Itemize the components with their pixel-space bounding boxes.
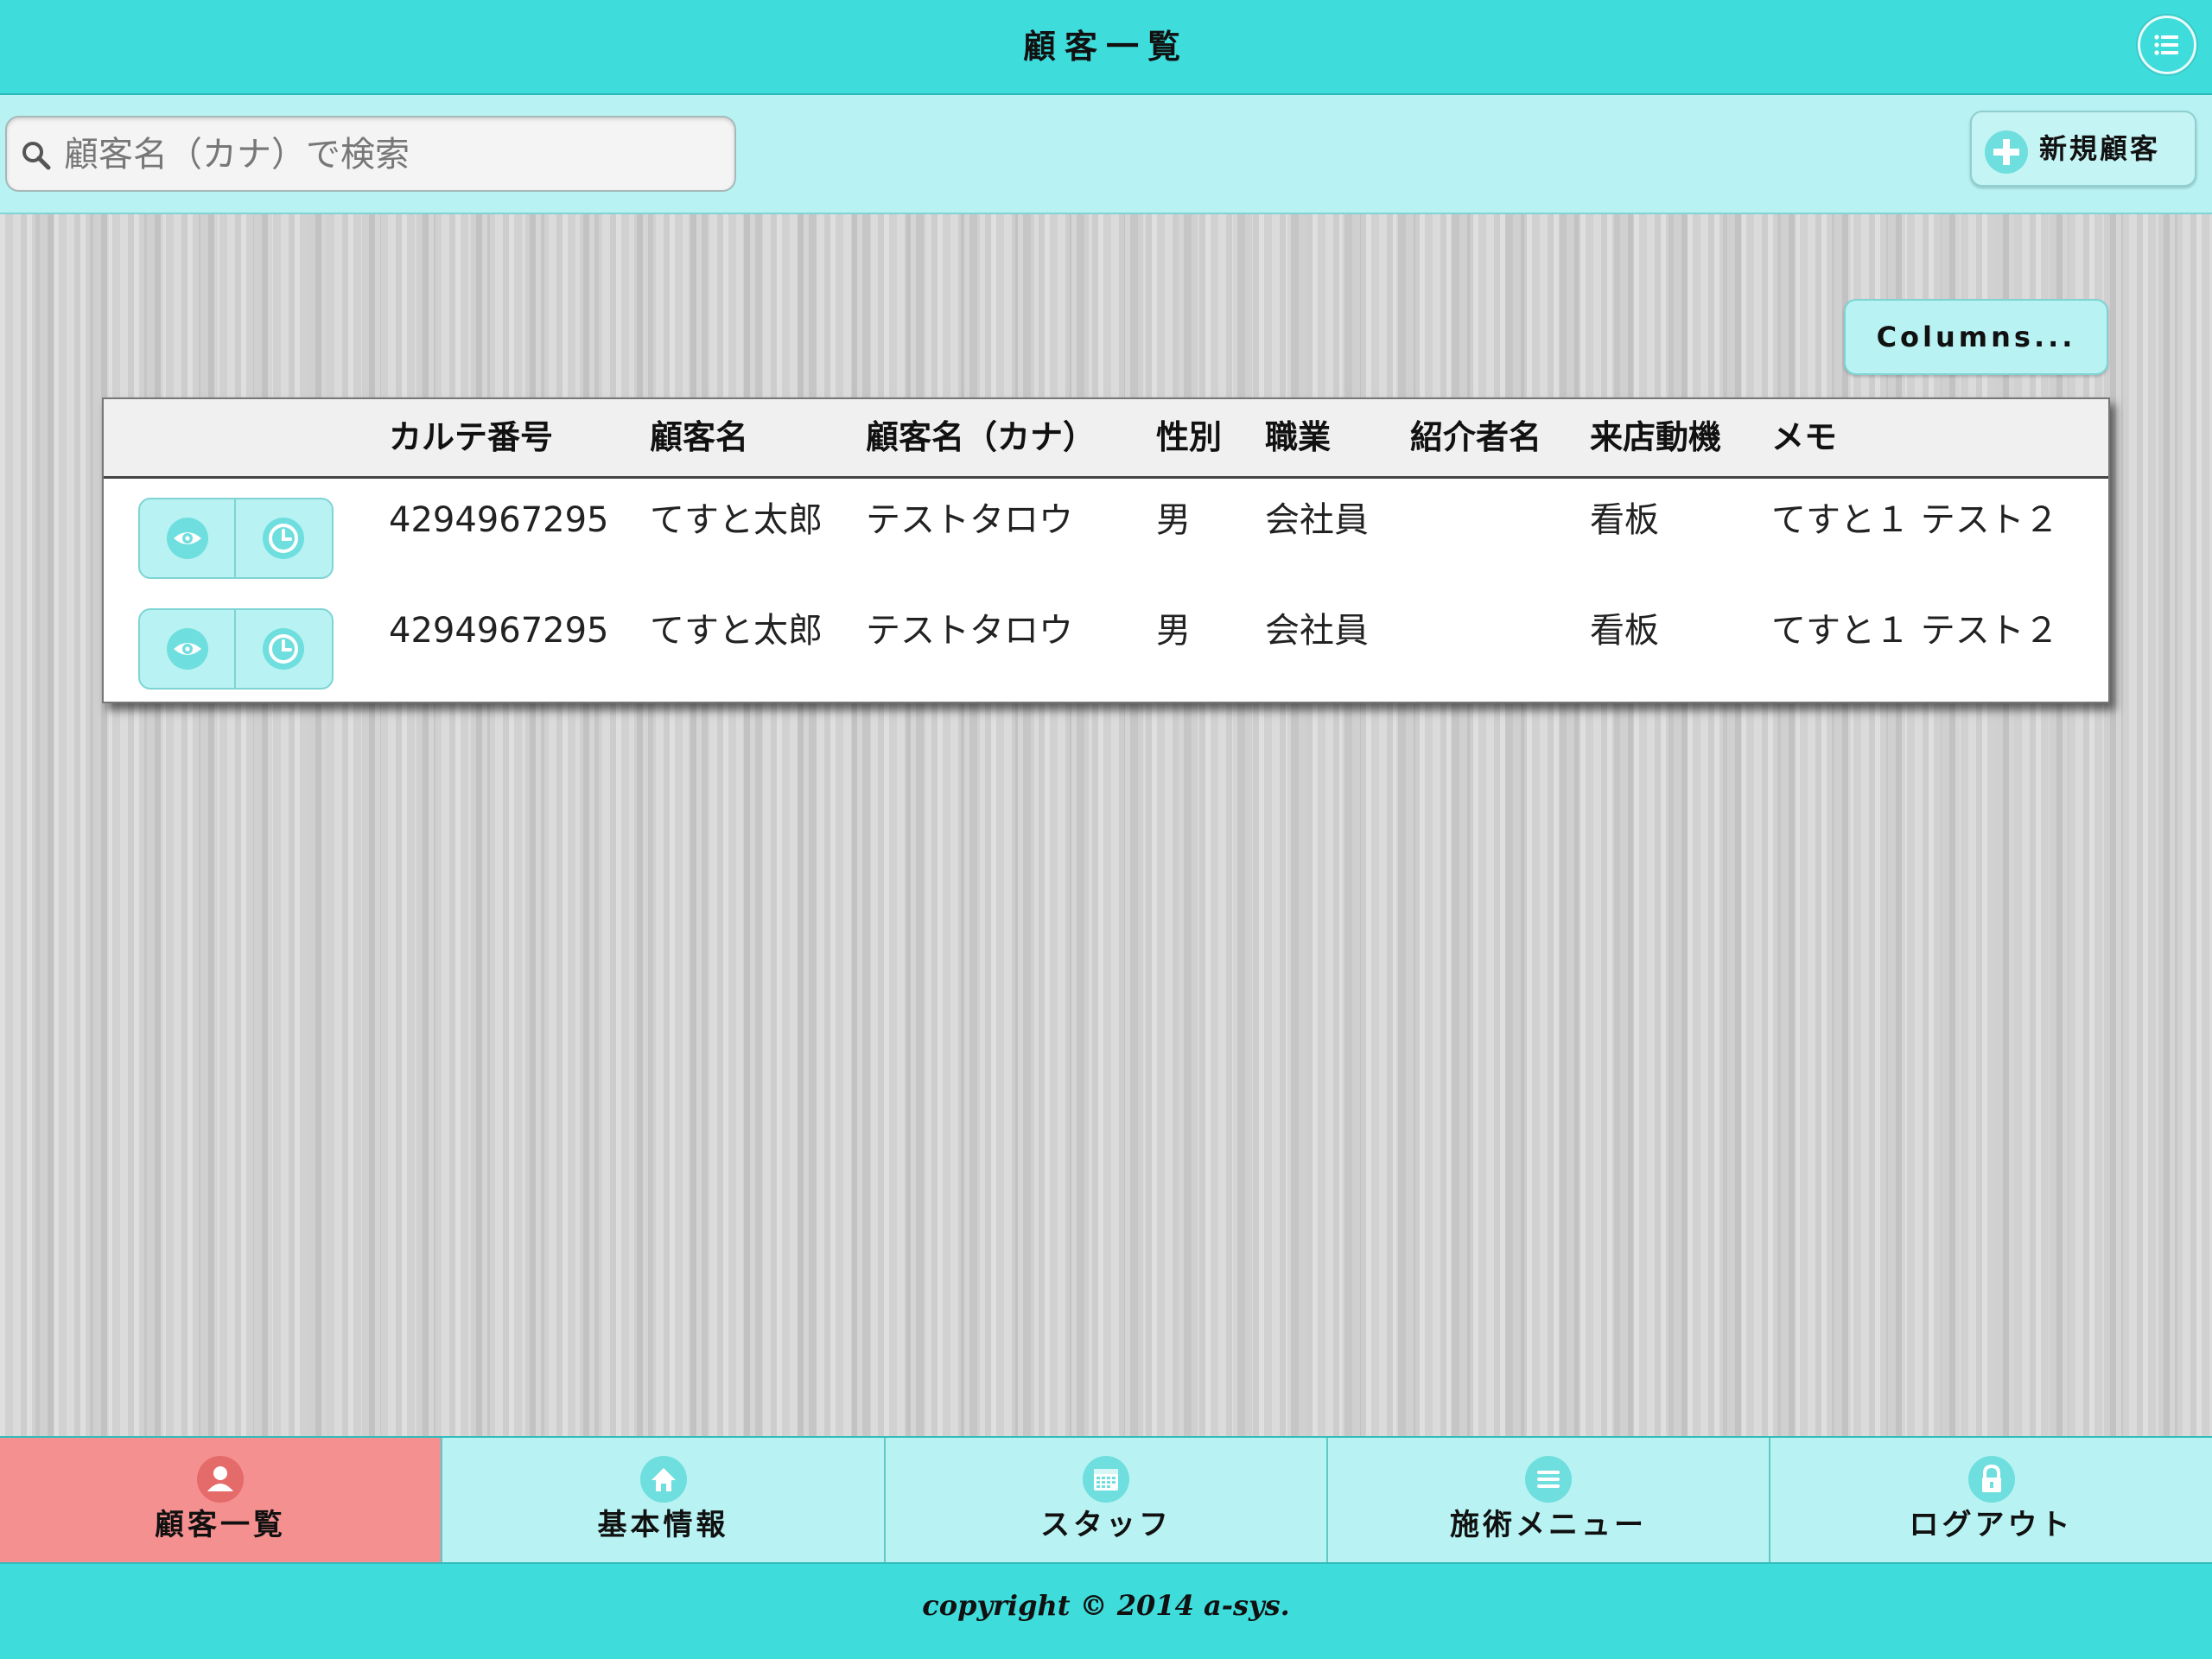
- cell-customer-name: てすと太郎: [650, 500, 823, 540]
- cell-customer-kana: テストタロウ: [866, 611, 1073, 651]
- tab-logout[interactable]: ログアウト: [1770, 1438, 2212, 1562]
- page-title: 顧客一覧: [1022, 28, 1189, 66]
- column-header[interactable]: メモ: [1771, 399, 1837, 475]
- tab-label: 基本情報: [597, 1508, 729, 1542]
- tab-label: ログアウト: [1909, 1508, 2074, 1542]
- view-button[interactable]: [140, 610, 236, 688]
- list-icon: [2154, 35, 2178, 55]
- tab-customer-list[interactable]: 顧客一覧: [0, 1438, 442, 1562]
- list-icon: [1525, 1456, 1572, 1503]
- cell-motive: 看板: [1590, 611, 1659, 651]
- toolbar: 新規顧客: [0, 95, 2212, 214]
- history-button[interactable]: [236, 499, 332, 577]
- tab-label: スタッフ: [1040, 1508, 1172, 1542]
- column-header[interactable]: 来店動機: [1590, 399, 1721, 475]
- new-customer-label: 新規顧客: [2039, 132, 2161, 165]
- table-row[interactable]: 4294967295 てすと太郎 テストタロウ 男 会社員 看板 てすと１ テス…: [104, 486, 2108, 596]
- menu-button[interactable]: [2138, 16, 2196, 74]
- column-header[interactable]: 性別: [1156, 399, 1222, 475]
- bottom-nav: 顧客一覧 基本情報 スタッフ 施術メニュー ログアウト: [0, 1436, 2212, 1564]
- clock-icon: [263, 518, 304, 559]
- cell-chart-number: 4294967295: [389, 611, 609, 651]
- tab-basic-info[interactable]: 基本情報: [442, 1438, 886, 1562]
- tab-label: 顧客一覧: [155, 1508, 286, 1542]
- search-box: [5, 116, 736, 192]
- customer-table: カルテ番号 顧客名 顧客名（カナ） 性別 職業 紹介者名 来店動機 メモ 429…: [102, 397, 2110, 703]
- home-icon: [639, 1456, 687, 1503]
- column-header[interactable]: カルテ番号: [389, 399, 553, 475]
- new-customer-button[interactable]: 新規顧客: [1970, 111, 2196, 187]
- eye-icon: [167, 518, 208, 559]
- cell-motive: 看板: [1590, 500, 1659, 540]
- history-button[interactable]: [236, 610, 332, 688]
- clock-icon: [263, 628, 304, 670]
- cell-chart-number: 4294967295: [389, 500, 609, 540]
- tab-staff[interactable]: スタッフ: [886, 1438, 1328, 1562]
- column-header[interactable]: 職業: [1265, 399, 1331, 475]
- table-header: カルテ番号 顧客名 顧客名（カナ） 性別 職業 紹介者名 来店動機 メモ: [104, 399, 2108, 479]
- cell-customer-name: てすと太郎: [650, 611, 823, 651]
- user-icon: [197, 1456, 244, 1503]
- copyright-text: copyright © 2014 a-sys.: [922, 1589, 1290, 1622]
- cell-customer-kana: テストタロウ: [866, 500, 1073, 540]
- eye-icon: [167, 628, 208, 670]
- tab-label: 施術メニュー: [1450, 1508, 1647, 1542]
- table-row[interactable]: 4294967295 てすと太郎 テストタロウ 男 会社員 看板 てすと１ テス…: [104, 596, 2108, 707]
- cell-gender: 男: [1156, 611, 1191, 651]
- cell-job: 会社員: [1265, 500, 1369, 540]
- columns-button[interactable]: Columns...: [1844, 299, 2108, 375]
- cell-memo: てすと１ テスト２: [1771, 611, 2059, 651]
- cell-memo: てすと１ テスト２: [1771, 500, 2059, 540]
- row-action-group: [138, 608, 334, 690]
- header-bar: 顧客一覧: [0, 0, 2212, 95]
- plus-icon: [1985, 130, 2028, 174]
- calendar-icon: [1083, 1456, 1129, 1503]
- search-input[interactable]: [62, 118, 722, 192]
- search-icon: [22, 142, 51, 170]
- column-header[interactable]: 紹介者名: [1410, 399, 1541, 475]
- column-header[interactable]: 顧客名: [650, 399, 748, 475]
- cell-gender: 男: [1156, 500, 1191, 540]
- column-header[interactable]: 顧客名（カナ）: [866, 399, 1096, 475]
- footer: copyright © 2014 a-sys.: [0, 1564, 2212, 1659]
- tab-treatment-menu[interactable]: 施術メニュー: [1328, 1438, 1770, 1562]
- view-button[interactable]: [140, 499, 236, 577]
- cell-job: 会社員: [1265, 611, 1369, 651]
- lock-icon: [1967, 1456, 2015, 1503]
- row-action-group: [138, 498, 334, 579]
